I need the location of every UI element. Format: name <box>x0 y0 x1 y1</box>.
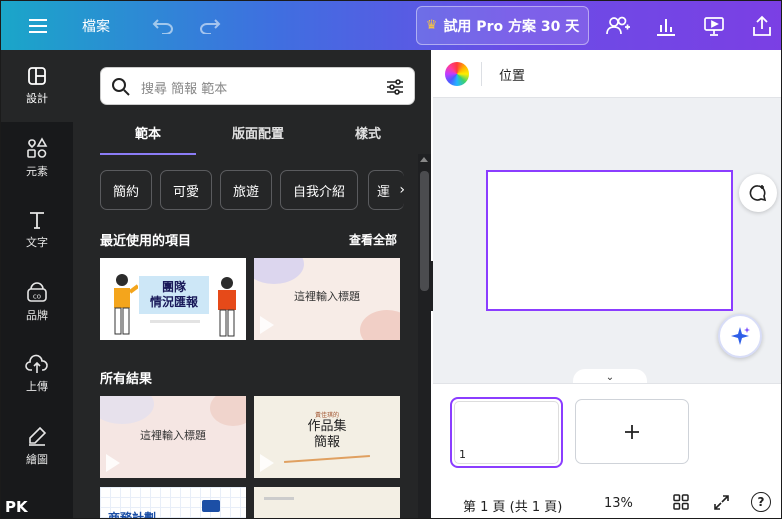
help-icon[interactable]: ? <box>751 492 771 512</box>
template-card[interactable]: 團隊 情況匯報 <box>100 258 246 340</box>
fullscreen-icon[interactable] <box>713 494 730 511</box>
template-card[interactable]: 商務計劃 <box>100 487 246 519</box>
panel-scrollbar-thumb[interactable] <box>420 171 429 291</box>
chip-travel[interactable]: 旅遊 <box>220 170 272 210</box>
plus-icon <box>625 424 639 439</box>
zoom-level[interactable]: 13% <box>604 496 633 511</box>
decor-line <box>150 320 200 323</box>
chip-minimal[interactable]: 簡約 <box>100 170 152 210</box>
recent-section-title: 最近使用的項目 <box>100 234 192 249</box>
play-icon <box>106 454 120 472</box>
editor-area: 位置 ⌄ 1 第 1 頁 (共 1 頁) 13% ? <box>433 50 781 518</box>
try-pro-label: 試用 Pro 方案 30 天 <box>443 18 580 35</box>
page-thumbnail[interactable]: 1 <box>450 397 563 468</box>
canvas-page[interactable] <box>486 170 733 311</box>
template-search[interactable]: 搜尋 簡報 範本 <box>100 67 415 105</box>
search-icon <box>112 78 130 96</box>
rail-item-text[interactable]: 文字 <box>1 194 73 266</box>
blob-decoration <box>360 310 400 340</box>
context-toolbar: 位置 <box>433 50 781 98</box>
chevron-right-icon[interactable]: › <box>385 178 405 202</box>
design-panel: 搜尋 簡報 範本 範本 版面配置 樣式 簡約 可愛 旅遊 自我介紹 運 › 最近… <box>73 50 431 519</box>
redo-icon[interactable] <box>194 1 226 50</box>
file-menu[interactable]: 檔案 <box>73 1 119 50</box>
blob-decoration <box>210 396 246 426</box>
present-icon[interactable] <box>697 1 731 50</box>
rail-item-brand[interactable]: co 品牌 <box>1 266 73 338</box>
template-card-title: 這裡輸入標題 <box>140 429 206 442</box>
menu-icon[interactable] <box>23 1 53 50</box>
position-button[interactable]: 位置 <box>499 65 525 84</box>
rail-label-draw: 繪圖 <box>26 453 48 466</box>
rail-item-uploads[interactable]: 上傳 <box>1 338 73 410</box>
template-card-title: 作品集 簡報 <box>307 419 347 450</box>
person-illustration <box>218 277 236 337</box>
template-card-subtitle: 黃佳琪的 <box>314 412 339 419</box>
pages-panel: 1 第 1 頁 (共 1 頁) 13% ? <box>433 383 781 518</box>
page-number: 1 <box>459 448 466 461</box>
see-all-link[interactable]: 查看全部 <box>349 231 397 248</box>
page-status: 第 1 頁 (共 1 頁) <box>463 500 563 515</box>
template-card-title: 商務計劃 <box>108 511 157 519</box>
person-illustration <box>114 274 138 335</box>
decor-line <box>284 455 370 463</box>
sparkle-icon <box>731 327 750 345</box>
scroll-up-icon[interactable] <box>420 157 428 162</box>
rail-item-draw[interactable]: 繪圖 <box>1 410 73 482</box>
play-icon <box>260 454 274 472</box>
undo-icon[interactable] <box>147 1 179 50</box>
chip-self-intro[interactable]: 自我介紹 <box>280 170 358 210</box>
template-card[interactable]: 這裡輸入標題 <box>100 396 246 478</box>
template-card-title: 團隊 情況匯報 <box>139 276 209 314</box>
crown-icon: ♛ <box>425 18 438 33</box>
layout-icon <box>28 67 46 85</box>
rail-label-brand: 品牌 <box>26 309 48 322</box>
chip-cute[interactable]: 可愛 <box>160 170 212 210</box>
canva-editor: 檔案 ♛ 試用 Pro 方案 30 天 設計 元素 文字 co 品牌 上傳 繪圖… <box>0 0 782 519</box>
color-wheel-icon[interactable] <box>445 62 469 86</box>
panel-tabs: 範本 版面配置 樣式 <box>100 123 400 155</box>
page-thumbnail-inner: 1 <box>454 401 559 464</box>
top-bar: 檔案 ♛ 試用 Pro 方案 30 天 <box>1 1 781 50</box>
magic-assistant-button[interactable] <box>718 314 762 358</box>
brand-icon: co <box>27 282 47 302</box>
template-card-title: 這裡輸入標題 <box>294 290 360 303</box>
cloud-upload-icon <box>25 354 48 373</box>
analytics-icon[interactable] <box>649 1 683 50</box>
toolbar-divider <box>481 62 482 86</box>
rail-label-design: 設計 <box>26 92 48 105</box>
rail-label-elements: 元素 <box>26 165 48 178</box>
shapes-icon <box>27 137 48 158</box>
template-card[interactable] <box>254 487 400 518</box>
watermark-logo: PK <box>5 498 28 516</box>
tab-templates[interactable]: 範本 <box>100 123 196 155</box>
rail-item-elements[interactable]: 元素 <box>1 122 73 194</box>
rail-label-uploads: 上傳 <box>26 380 48 393</box>
decor-line <box>264 497 294 500</box>
text-icon <box>30 212 44 229</box>
side-rail: 設計 元素 文字 co 品牌 上傳 繪圖 PK <box>1 50 73 518</box>
search-input[interactable]: 搜尋 簡報 範本 <box>141 78 227 97</box>
svg-text:co: co <box>33 293 41 301</box>
template-card[interactable]: 這裡輸入標題 <box>254 258 400 340</box>
play-icon <box>260 316 274 334</box>
comment-add-icon <box>749 185 767 202</box>
rail-item-design[interactable]: 設計 <box>1 50 73 122</box>
tab-styles[interactable]: 樣式 <box>330 123 406 155</box>
draw-icon <box>29 426 47 446</box>
template-card[interactable]: 黃佳琪的 作品集 簡報 <box>254 396 400 478</box>
blob-decoration <box>254 258 304 284</box>
tab-layouts[interactable]: 版面配置 <box>208 123 308 155</box>
all-results-title: 所有結果 <box>100 372 153 387</box>
grid-view-icon[interactable] <box>673 494 689 510</box>
add-page-button[interactable] <box>575 399 689 464</box>
try-pro-button[interactable]: ♛ 試用 Pro 方案 30 天 <box>416 6 589 45</box>
share-upload-icon[interactable] <box>745 1 779 50</box>
comment-add-button[interactable] <box>739 174 777 212</box>
share-people-icon[interactable] <box>601 1 635 50</box>
rail-label-text: 文字 <box>26 236 48 249</box>
blob-decoration <box>100 396 154 424</box>
filter-icon[interactable] <box>385 77 405 97</box>
chat-bubble-decoration <box>202 500 220 512</box>
